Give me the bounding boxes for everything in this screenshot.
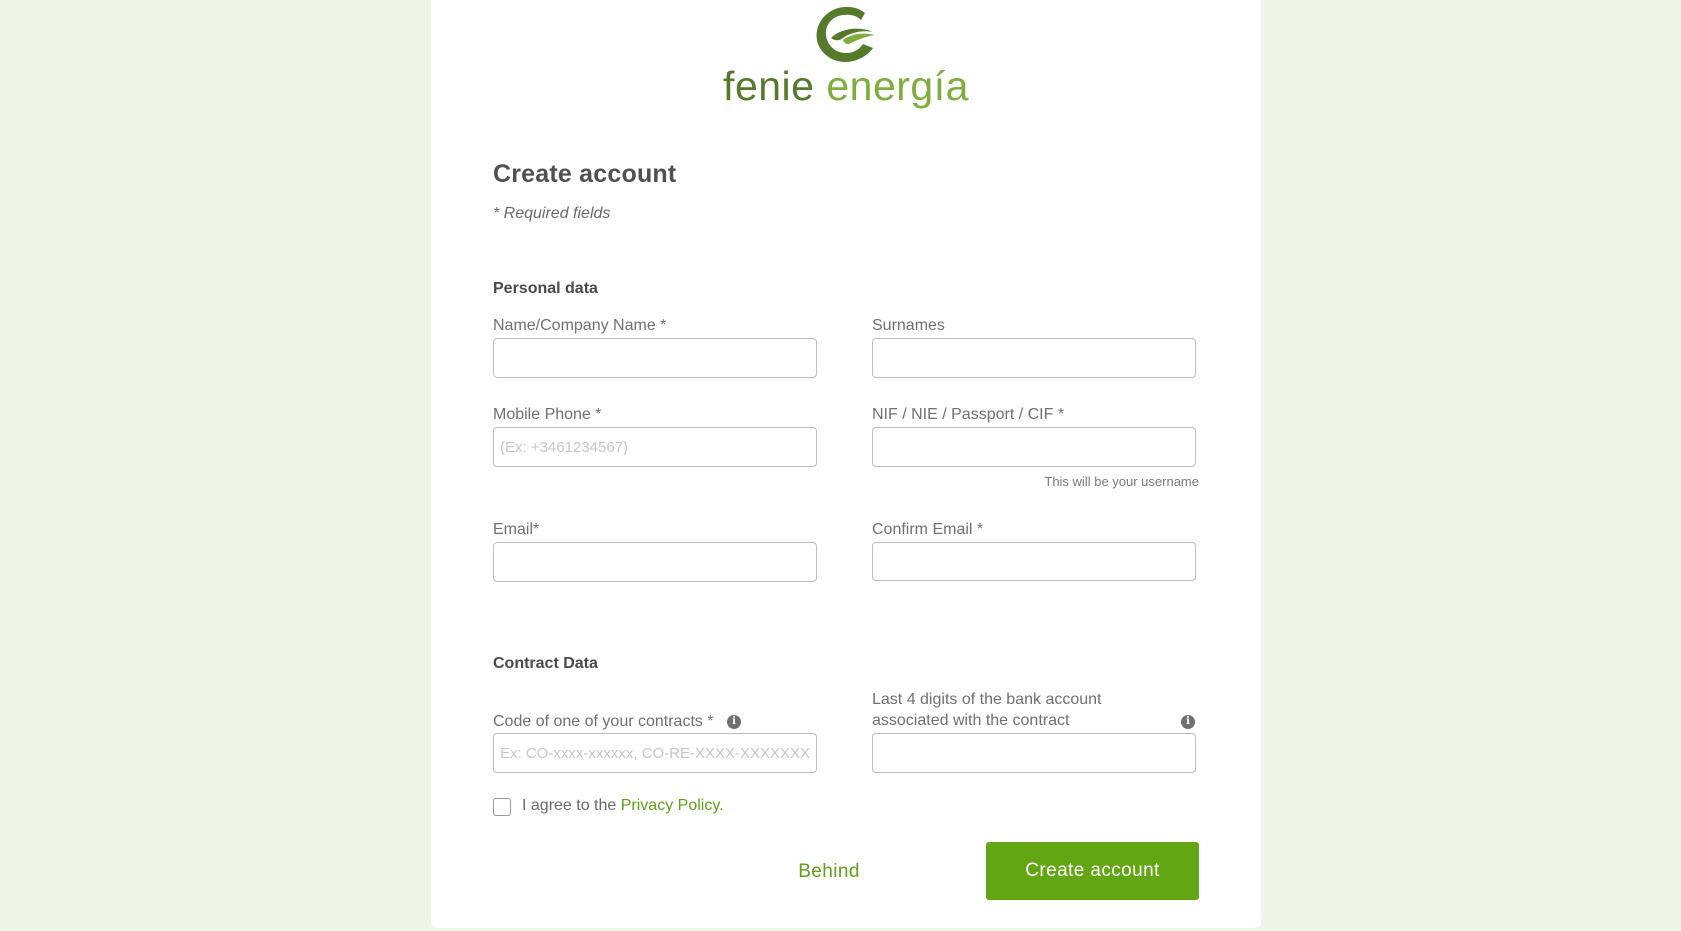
email-label: Email* <box>493 521 540 538</box>
contract-data-heading: Contract Data <box>493 655 598 672</box>
mobile-phone-label: Mobile Phone * <box>493 406 602 423</box>
brand-wordmark: fenie energía <box>431 64 1261 108</box>
required-fields-note: * Required fields <box>493 205 611 222</box>
surnames-label: Surnames <box>872 317 945 334</box>
create-account-card: fenie energía Create account * Required … <box>431 0 1261 928</box>
name-input[interactable] <box>493 338 817 378</box>
privacy-agreement-text: I agree to the Privacy Policy. <box>522 797 724 815</box>
surnames-input[interactable] <box>872 338 1196 378</box>
fenie-energia-logo-icon <box>816 6 875 62</box>
create-account-button[interactable]: Create account <box>986 842 1199 900</box>
info-icon[interactable]: i <box>1181 715 1195 729</box>
confirm-email-input[interactable] <box>872 542 1196 581</box>
back-button[interactable]: Behind <box>761 843 897 901</box>
privacy-policy-link[interactable]: Privacy Policy. <box>621 797 724 814</box>
nif-username-hint: This will be your username <box>1044 474 1199 489</box>
page-title: Create account <box>493 160 677 188</box>
email-input[interactable] <box>493 542 817 582</box>
privacy-checkbox[interactable] <box>493 798 511 816</box>
contract-code-label: Code of one of your contracts * <box>493 713 714 730</box>
brand-word-fenie: fenie <box>723 63 815 109</box>
personal-data-heading: Personal data <box>493 280 598 297</box>
nif-input[interactable] <box>872 427 1196 467</box>
brand-word-energia: energía <box>826 63 969 109</box>
bank-digits-input[interactable] <box>872 733 1196 773</box>
bank-digits-label: Last 4 digits of the bank account associ… <box>872 691 1102 729</box>
brand-logo: fenie energía <box>431 0 1261 112</box>
name-label: Name/Company Name * <box>493 317 667 334</box>
privacy-agreement-prefix: I agree to the <box>522 797 617 814</box>
nif-label: NIF / NIE / Passport / CIF * <box>872 406 1065 423</box>
contract-code-input[interactable] <box>493 733 817 773</box>
confirm-email-label: Confirm Email * <box>872 521 984 538</box>
mobile-phone-input[interactable] <box>493 427 817 467</box>
info-icon[interactable]: i <box>727 715 741 729</box>
